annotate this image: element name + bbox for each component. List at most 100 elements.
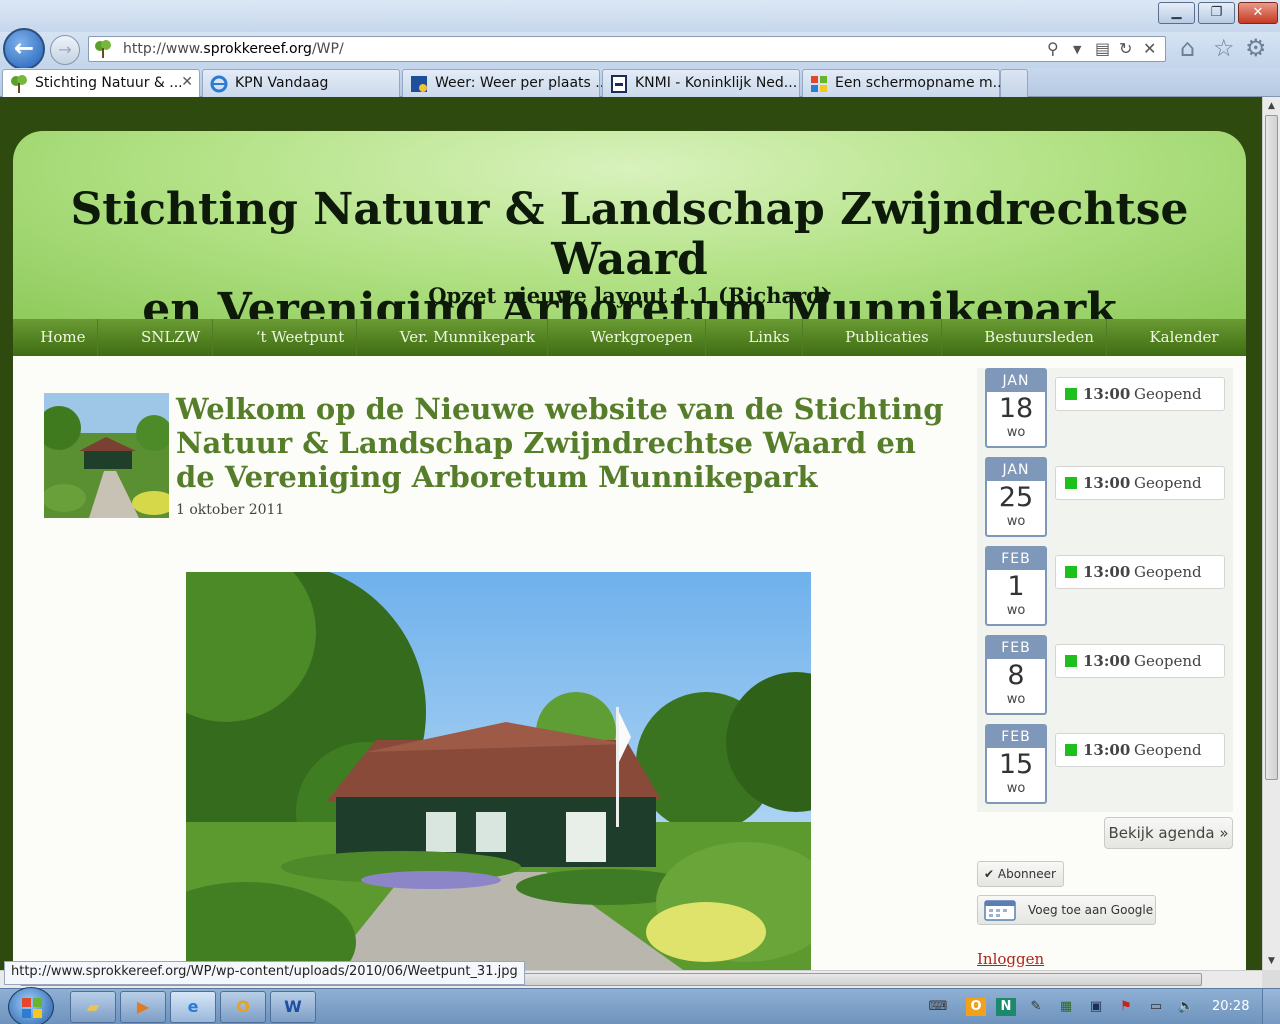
vertical-scrollbar[interactable]: ▲ ▼: [1262, 97, 1280, 970]
taskbar-clock[interactable]: 20:28: [1212, 999, 1249, 1014]
taskbar-explorer[interactable]: ▰: [70, 991, 116, 1023]
n-tray-icon[interactable]: N: [996, 998, 1016, 1016]
nav-snlzw[interactable]: SNLZW: [129, 319, 214, 356]
add-to-google-button[interactable]: Voeg toe aan Google: [977, 895, 1156, 925]
tab-weer[interactable]: Weer: Weer per plaats ...: [402, 69, 609, 97]
scroll-down-icon[interactable]: ▼: [1263, 952, 1280, 970]
post-title-link[interactable]: Welkom op de Nieuwe website van de Stich…: [176, 392, 956, 494]
nav-kalender[interactable]: Kalender: [1137, 319, 1230, 356]
event-time: 13:00: [1083, 385, 1131, 403]
tab-schermopname[interactable]: Een schermopname m...: [802, 69, 1006, 97]
keyboard-icon[interactable]: ⌨: [928, 998, 948, 1016]
status-url-tooltip: http://www.sprokkereef.org/WP/wp-content…: [4, 961, 525, 985]
taskbar-outlook[interactable]: O: [220, 991, 266, 1023]
taskbar-internet-explorer[interactable]: e: [170, 991, 216, 1023]
subscribe-button[interactable]: ✔ Abonneer: [977, 861, 1064, 887]
agenda-item[interactable]: JAN 18 wo 13:00 Geopend: [985, 368, 1225, 450]
tab-bar: Stichting Natuur & ... ✕ KPN Vandaag Wee…: [0, 68, 1280, 97]
agenda-item[interactable]: JAN 25 wo 13:00 Geopend: [985, 457, 1225, 539]
nav-bestuursleden[interactable]: Bestuursleden: [972, 319, 1107, 356]
restore-icon: ❐: [1210, 5, 1223, 20]
window-titlebar: ▁ ❐ ✕: [0, 0, 1280, 32]
windows-logo-icon: [22, 998, 42, 1018]
tree-favicon-icon: [95, 40, 111, 58]
nav-publicaties[interactable]: Publicaties: [833, 319, 942, 356]
tree-favicon-icon: [11, 75, 27, 93]
tab-kpn[interactable]: KPN Vandaag: [202, 69, 400, 97]
new-tab-button[interactable]: [1000, 69, 1028, 97]
event-status-icon: [1065, 566, 1077, 578]
post-thumbnail-image[interactable]: [44, 393, 169, 518]
tab-knmi[interactable]: KNMI - Koninklijk Ned...: [602, 69, 800, 97]
display-tray-icon[interactable]: ▭: [1146, 998, 1166, 1016]
vertical-scroll-thumb[interactable]: [1265, 115, 1278, 780]
event-card[interactable]: 13:00 Geopend: [1055, 555, 1225, 589]
tab-label: KNMI - Koninklijk Ned...: [635, 75, 798, 91]
date-day: 15: [998, 749, 1034, 780]
home-icon[interactable]: ⌂: [1180, 34, 1195, 62]
search-icon[interactable]: ⚲: [1047, 39, 1059, 58]
nav-werkgroepen[interactable]: Werkgroepen: [579, 319, 706, 356]
dropdown-chevron-icon[interactable]: ▼: [1073, 43, 1081, 56]
event-status-icon: [1065, 655, 1077, 667]
view-agenda-button[interactable]: Bekijk agenda »: [1104, 817, 1233, 849]
event-card[interactable]: 13:00 Geopend: [1055, 733, 1225, 767]
weetpunt-building-photo[interactable]: [186, 572, 811, 970]
tab-stichting[interactable]: Stichting Natuur & ... ✕: [2, 69, 200, 97]
nav-home[interactable]: Home: [28, 319, 99, 356]
nav-links[interactable]: Links: [736, 319, 803, 356]
date-month: FEB: [987, 637, 1045, 659]
scroll-corner: [1262, 970, 1280, 988]
minimize-button[interactable]: ▁: [1158, 2, 1195, 24]
monitor-tray-icon[interactable]: ▣: [1086, 998, 1106, 1016]
date-weekday: wo: [1006, 603, 1026, 618]
tools-gear-icon[interactable]: ⚙: [1245, 34, 1267, 62]
outlook-tray-icon[interactable]: O: [966, 998, 986, 1016]
taskbar-media-player[interactable]: ▶: [120, 991, 166, 1023]
agenda-item[interactable]: FEB 15 wo 13:00 Geopend: [985, 724, 1225, 806]
nav-munnikepark[interactable]: Ver. Munnikepark: [388, 319, 549, 356]
forward-button[interactable]: →: [50, 35, 80, 65]
site-subtitle: Opzet nieuwe layout 1.1 (Richard): [428, 283, 831, 308]
date-month: FEB: [987, 548, 1045, 570]
compatibility-icon[interactable]: ▤: [1095, 39, 1110, 58]
site-title[interactable]: Stichting Natuur & Landschap Zwijndrecht…: [13, 185, 1246, 335]
favorites-star-icon[interactable]: ☆: [1213, 34, 1235, 62]
start-button[interactable]: [8, 987, 54, 1024]
show-desktop-button[interactable]: [1262, 989, 1280, 1024]
event-title: Geopend: [1134, 385, 1202, 403]
date-badge: FEB 1 wo: [985, 546, 1047, 626]
network-tray-icon[interactable]: ▦: [1056, 998, 1076, 1016]
taskbar-word[interactable]: W: [270, 991, 316, 1023]
flag-alert-tray-icon[interactable]: ⚑: [1116, 998, 1136, 1016]
scroll-up-icon[interactable]: ▲: [1263, 97, 1280, 115]
event-title: Geopend: [1134, 474, 1202, 492]
pen-tray-icon[interactable]: ✎: [1026, 998, 1046, 1016]
stop-icon[interactable]: ✕: [1143, 39, 1156, 58]
media-player-icon: ▶: [136, 997, 150, 1016]
tab-close-icon[interactable]: ✕: [181, 74, 193, 90]
event-status-icon: [1065, 477, 1077, 489]
restore-button[interactable]: ❐: [1198, 2, 1235, 24]
event-card[interactable]: 13:00 Geopend: [1055, 644, 1225, 678]
back-button[interactable]: ←: [3, 28, 45, 70]
tab-label: Stichting Natuur & ...: [35, 75, 183, 91]
event-status-icon: [1065, 388, 1077, 400]
event-card[interactable]: 13:00 Geopend: [1055, 377, 1225, 411]
address-url[interactable]: http://www.sprokkereef.org/WP/: [123, 41, 344, 57]
date-day: 1: [1007, 571, 1025, 602]
agenda-item[interactable]: FEB 1 wo 13:00 Geopend: [985, 546, 1225, 628]
close-window-button[interactable]: ✕: [1238, 2, 1278, 24]
tab-label: Een schermopname m...: [835, 75, 1007, 91]
event-title: Geopend: [1134, 563, 1202, 581]
volume-icon[interactable]: 🔈: [1176, 998, 1196, 1016]
date-month: JAN: [987, 370, 1045, 392]
login-link[interactable]: Inloggen: [977, 950, 1044, 968]
knmi-favicon-icon: [611, 75, 627, 93]
refresh-icon[interactable]: ↻: [1119, 39, 1132, 58]
date-weekday: wo: [1006, 425, 1026, 440]
event-card[interactable]: 13:00 Geopend: [1055, 466, 1225, 500]
agenda-item[interactable]: FEB 8 wo 13:00 Geopend: [985, 635, 1225, 717]
nav-weetpunt[interactable]: ‘t Weetpunt: [244, 319, 358, 356]
address-bar[interactable]: http://www.sprokkereef.org/WP/ ⚲ ▼ ▤ ↻ ✕: [88, 36, 1166, 62]
